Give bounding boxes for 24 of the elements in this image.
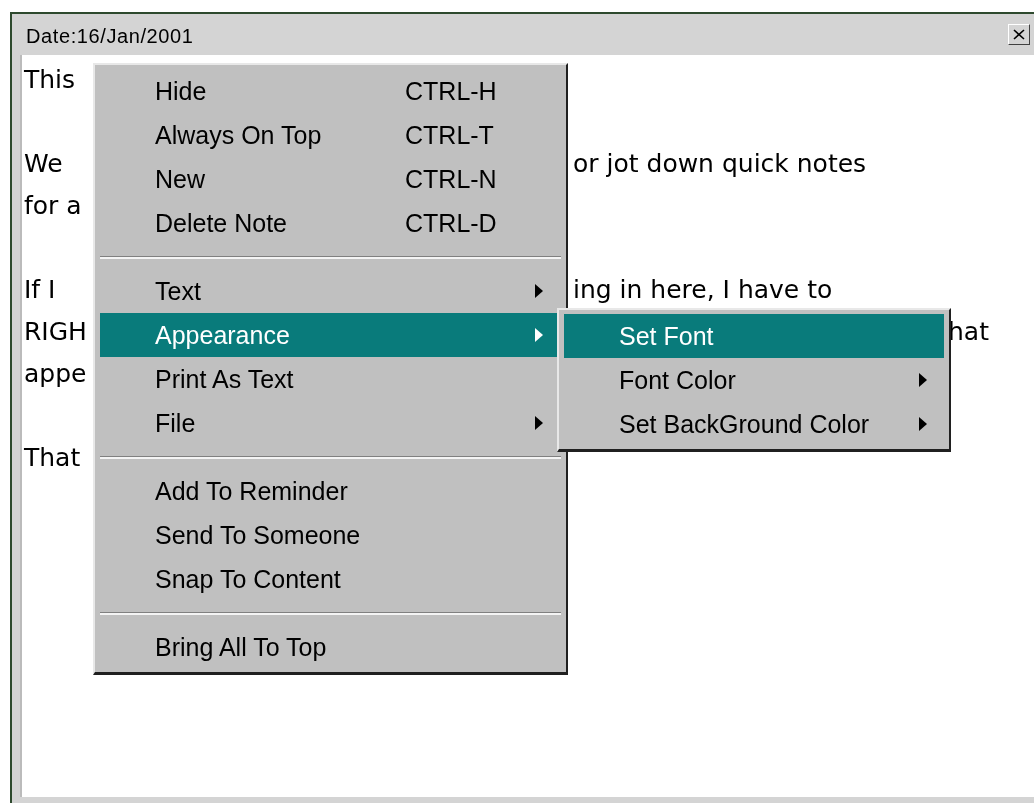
- menu-item[interactable]: Set Font: [564, 314, 944, 358]
- note-text: We: [24, 148, 63, 178]
- note-text: This: [24, 64, 76, 94]
- menu-item[interactable]: Always On Top CTRL-T: [100, 113, 561, 157]
- note-text: That: [24, 442, 81, 472]
- menu-item[interactable]: Hide CTRL-H: [100, 69, 561, 113]
- note-text: ing in here, I have to: [573, 274, 833, 304]
- note-text: appe: [24, 358, 87, 388]
- menu-item[interactable]: Snap To Content: [100, 557, 561, 601]
- menu-item[interactable]: File: [100, 401, 561, 445]
- menu-item[interactable]: Bring All To Top: [100, 625, 561, 669]
- note-text: If I: [24, 274, 56, 304]
- note-text: RIGH: [24, 316, 87, 346]
- menu-item[interactable]: Text: [100, 269, 561, 313]
- window-title: Date:16/Jan/2001: [25, 24, 194, 48]
- menu-item[interactable]: Font Color: [564, 358, 944, 402]
- note-text: for a: [24, 190, 82, 220]
- note-text: or jot down quick notes: [573, 148, 867, 178]
- menu-item[interactable]: Send To Someone: [100, 513, 561, 557]
- menu-item[interactable]: Set BackGround Color: [564, 402, 944, 446]
- menu-item[interactable]: New CTRL-N: [100, 157, 561, 201]
- menu-item[interactable]: Print As Text: [100, 357, 561, 401]
- menu-item[interactable]: Delete Note CTRL-D: [100, 201, 561, 245]
- menu-item[interactable]: Add To Reminder: [100, 469, 561, 513]
